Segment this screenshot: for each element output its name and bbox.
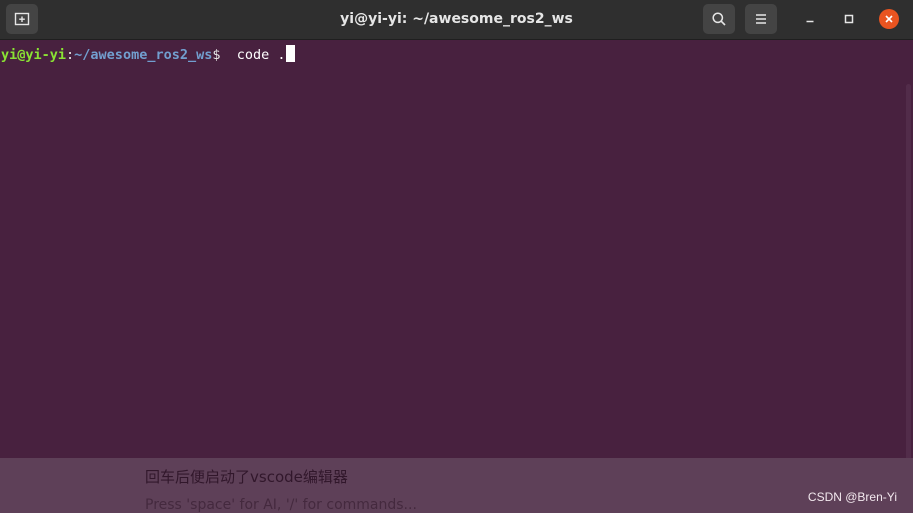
- search-icon: [712, 12, 726, 26]
- terminal-scrollbar[interactable]: [906, 84, 911, 498]
- watermark: CSDN @Bren-Yi: [807, 490, 897, 504]
- maximize-icon: [844, 14, 854, 24]
- menu-button[interactable]: [745, 4, 777, 34]
- search-button[interactable]: [703, 4, 735, 34]
- text-cursor: [285, 45, 295, 62]
- minimize-button[interactable]: [797, 6, 823, 32]
- hamburger-menu-icon: [756, 14, 766, 24]
- title-bar: yi@yi-yi: ~/awesome_ros2_ws: [0, 0, 913, 40]
- terminal-view[interactable]: yi@yi-yi:~/awesome_ros2_ws$ code .: [0, 40, 913, 498]
- prompt-colon: :: [66, 47, 75, 63]
- maximize-button[interactable]: [836, 6, 862, 32]
- editor-overlay: [0, 458, 913, 513]
- prompt-path: ~/awesome_ros2_ws: [74, 47, 213, 63]
- caption-text: 回车后便启动了vscode编辑器: [145, 468, 348, 486]
- close-button[interactable]: [876, 6, 902, 32]
- typed-command: code .: [236, 47, 286, 63]
- close-icon: [885, 15, 893, 23]
- prompt-line: yi@yi-yi:~/awesome_ros2_ws$ code .: [1, 45, 295, 64]
- prompt-user: yi@yi-yi: [1, 47, 67, 63]
- command-hint: Press 'space' for AI, '/' for commands..…: [145, 497, 417, 513]
- minimize-icon: [806, 20, 814, 23]
